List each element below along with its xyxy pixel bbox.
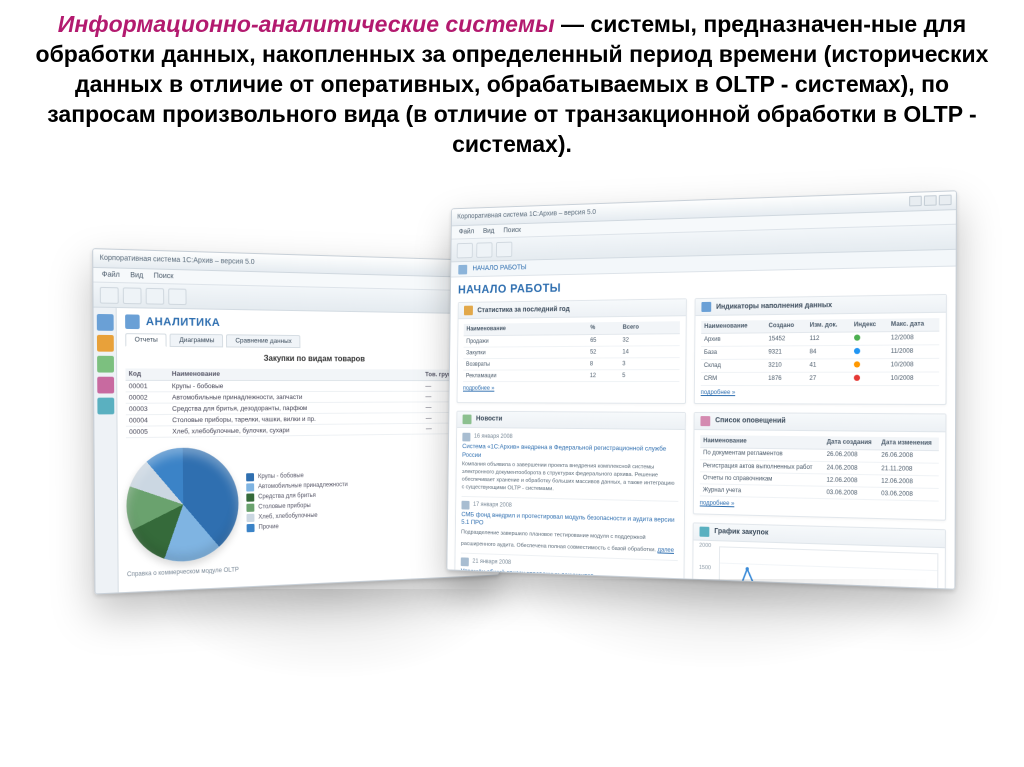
side-tab-icon[interactable] [97,398,114,415]
panel-title: График закупок [714,529,768,538]
col-header: Всего [620,322,680,335]
pie-chart [126,447,239,564]
toolbar-button[interactable] [457,243,473,259]
globe-icon [463,415,472,425]
side-tab-icon[interactable] [97,377,114,394]
panel-title: Новости [476,416,502,423]
col-header: Наименование [701,321,765,334]
table-row[interactable]: Склад32104110/2008 [701,359,939,373]
panel-usage: Индикаторы наполнения данных Наименовани… [694,294,947,405]
more-link[interactable]: подробнее » [701,390,736,398]
table-row[interactable]: 00005Хлеб, хлебобулочные, булочки, сухар… [126,423,490,438]
minimize-button[interactable] [909,196,922,207]
definition-heading: Информационно-аналитические системы — си… [0,0,1024,159]
panel-title: Список оповещений [715,418,786,426]
news-item: 21 января 2008Упрощён общий список справ… [461,553,678,585]
side-tabs [94,308,119,594]
col-header: % [587,322,619,335]
calendar-icon [461,558,469,567]
calendar-icon [462,433,470,442]
toolbar-button[interactable] [123,287,142,304]
status-dot-icon [854,362,860,368]
toolbar-button[interactable] [168,288,186,305]
subtab[interactable]: Отчеты [125,334,167,348]
menu-item[interactable]: Поиск [154,273,174,281]
news-item: 17 января 2008СМБ фонд внедрил и протест… [461,496,678,556]
window-title: Корпоративная система 1С:Архив – версия … [457,209,596,220]
chart-icon [699,527,709,537]
panel-notify: Список оповещений Наименование Дата созд… [693,412,947,521]
col-header: Макс. дата [888,319,940,333]
panel-stats: Статистика за последний год Наименование… [457,299,687,405]
panel-news: Новости 16 января 2008Система «1С:Архив»… [454,411,686,589]
toolbar-button[interactable] [496,242,512,258]
table-row[interactable]: Рекламации125 [463,370,679,382]
more-link[interactable]: далее [657,547,674,556]
more-link[interactable]: подробнее » [463,386,494,394]
table-row[interactable]: CRM18762710/2008 [701,373,939,387]
menu-item[interactable]: Вид [130,272,143,280]
menu-item[interactable]: Файл [459,229,474,236]
panel-title: Индикаторы наполнения данных [716,302,832,311]
menu-item[interactable]: Вид [483,228,494,235]
screenshot-stage: Корпоративная система 1С:Архив – версия … [0,159,1024,719]
panel-title: Статистика за последний год [477,306,569,314]
pie-legend: Крупы - бобовыеАвтомобильные принадлежно… [246,470,348,534]
doc-icon [464,306,473,316]
toolbar-button[interactable] [100,287,119,304]
bell-icon [700,416,710,426]
notify-table: Наименование Дата создания Дата изменени… [700,435,939,502]
status-dot-icon [854,348,860,354]
line-chart [718,546,938,589]
section-title: АНАЛИТИКА [125,315,488,334]
panel-chart: График закупок 2000 1500 1000 500 0 [692,522,946,589]
side-tab-icon[interactable] [97,335,114,352]
toolbar-button[interactable] [146,288,165,305]
page-title: НАЧАЛО РАБОТЫ [458,273,947,296]
col-header: Наименование [169,369,423,381]
subtabs: Отчеты Диаграммы Сравнение данных [125,334,488,350]
news-headline[interactable]: Система «1С:Архив» внедрена в Федерально… [462,444,679,464]
subtab[interactable]: Сравнение данных [226,335,300,349]
usage-table: Наименование Создано Изм. док. Индекс Ма… [701,319,940,388]
status-dot-icon [854,335,860,341]
term: Информационно-аналитические системы [58,11,555,37]
home-icon[interactable] [458,265,467,275]
col-header: Индекс [851,319,888,332]
toolbar-button[interactable] [476,242,492,258]
news-item: 16 января 2008Система «1С:Архив» внедрен… [462,433,679,497]
side-tab-icon[interactable] [97,314,114,331]
report-table: Код Наименование Тов. группа 00001Крупы … [125,369,489,439]
bars-icon [125,315,140,330]
close-button[interactable] [939,195,952,206]
more-link[interactable]: подробнее » [700,500,735,509]
side-tab-icon[interactable] [97,356,114,373]
col-header: Создано [766,320,807,333]
reflection [120,589,540,749]
menu-item[interactable]: Файл [102,272,120,280]
maximize-button[interactable] [924,196,937,207]
dashboard-window: Корпоративная система 1С:Архив – версия … [446,191,957,591]
menu-item[interactable]: Поиск [503,227,521,234]
col-header: Изм. док. [807,320,851,333]
col-header: Код [125,369,168,381]
legend-item: Прочие [247,521,349,533]
calendar-icon [461,501,469,510]
stats-table: Наименование % Всего Продажи6532Закупки5… [463,322,680,383]
table-row[interactable]: Журнал учета03.06.200803.06.2008 [700,484,939,501]
status-dot-icon [854,375,860,381]
window-title: Корпоративная система 1С:Архив – версия … [100,255,255,267]
subtab[interactable]: Диаграммы [170,334,223,348]
breadcrumb[interactable]: НАЧАЛО РАБОТЫ [472,265,526,273]
section-label: АНАЛИТИКА [146,316,221,329]
gauge-icon [701,302,711,312]
y-axis-ticks: 2000 1500 1000 500 0 [691,541,715,590]
report-title: Закупки по видам товаров [125,353,489,364]
analytics-window: Корпоративная система 1С:Архив – версия … [92,249,500,595]
reflection [470,579,970,739]
